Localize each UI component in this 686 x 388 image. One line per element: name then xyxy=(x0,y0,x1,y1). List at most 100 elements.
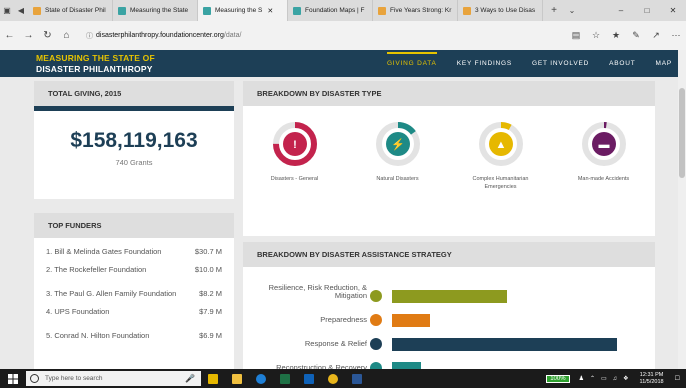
clock-date: 11/5/2018 xyxy=(639,378,664,385)
strategy-row[interactable]: Resilience, Risk Reduction, & Mitigation xyxy=(243,284,655,303)
nav-giving-data[interactable]: GIVING DATA xyxy=(386,52,437,67)
tab-favicon-icon xyxy=(33,6,41,15)
nav-key-findings[interactable]: KEY FINDINGS xyxy=(457,60,512,67)
tab-label: Five Years Strong: Kr xyxy=(390,7,452,14)
disaster-type-label: Natural Disasters xyxy=(376,176,419,182)
funder-name: 3. The Paul G. Allen Family Foundation xyxy=(46,289,177,298)
edge-browser-icon[interactable] xyxy=(249,369,273,388)
disaster-type-label: Man-made Accidents xyxy=(577,176,630,182)
strategy-row[interactable]: Preparedness xyxy=(243,313,655,327)
strategy-label: Preparedness xyxy=(320,315,367,324)
minimize-button[interactable]: – xyxy=(608,6,634,15)
network-icon[interactable]: ▭ xyxy=(601,375,607,382)
taskbar-search[interactable]: Type here to search 🎤 xyxy=(26,371,201,386)
tent-icon-glyph: ▲ xyxy=(495,139,506,151)
disaster-type-donut: ! xyxy=(272,122,317,166)
funder-row[interactable]: 1. Bill & Melinda Gates Foundation $30.7 … xyxy=(34,246,234,257)
funder-name: 4. UPS Foundation xyxy=(46,307,110,316)
system-tray: 100% ♟ ⌃ ▭ ♫ ❖ 12:31 PM 11/5/2018 ☐ xyxy=(546,372,686,386)
site-header: MEASURING THE STATE OF DISASTER PHILANTH… xyxy=(0,50,678,77)
strategy-icon xyxy=(370,314,382,326)
reading-view-icon[interactable]: ▤ xyxy=(566,30,586,41)
tab-label: Measuring the S xyxy=(215,7,263,14)
cortana-icon xyxy=(30,374,39,383)
people-icon[interactable]: ♟ xyxy=(579,375,584,382)
nav-map[interactable]: MAP xyxy=(656,60,673,67)
funder-row[interactable]: 4. UPS Foundation $7.9 M xyxy=(34,306,234,317)
disaster-type-item[interactable]: ▬ Man-made Accidents xyxy=(552,120,655,191)
refresh-button[interactable]: ↻ xyxy=(38,30,57,41)
disaster-type-title: BREAKDOWN BY DISASTER TYPE xyxy=(243,81,655,106)
browser-tab[interactable]: Measuring the State xyxy=(113,0,198,21)
tab-label: 3 Ways to Use Disas xyxy=(475,7,536,14)
share-icon[interactable]: ↗ xyxy=(646,30,666,41)
page-content: TOTAL GIVING, 2015 $158,119,163 740 Gran… xyxy=(0,77,678,369)
disaster-type-item[interactable]: ! Disasters - General xyxy=(243,120,346,191)
excel-icon[interactable] xyxy=(273,369,297,388)
funder-amount: $30.7 M xyxy=(194,247,222,256)
taskbar-search-placeholder: Type here to search xyxy=(45,375,103,382)
dropbox-icon[interactable]: ❖ xyxy=(623,375,628,382)
set-aside-tabs-icon[interactable]: ◀ xyxy=(14,6,28,15)
favorites-hub-icon[interactable]: ★ xyxy=(606,30,626,41)
browser-tab[interactable]: Five Years Strong: Kr xyxy=(373,0,458,21)
browser-tab[interactable]: Foundation Maps | F xyxy=(288,0,373,21)
top-funders-title: TOP FUNDERS xyxy=(34,213,234,238)
favorite-star-icon[interactable]: ☆ xyxy=(586,30,606,41)
top-funders-panel: TOP FUNDERS 1. Bill & Melinda Gates Foun… xyxy=(34,213,234,369)
home-button[interactable]: ⌂ xyxy=(57,30,76,41)
more-menu-icon[interactable]: ⋯ xyxy=(666,30,686,41)
funder-amount: $10.0 M xyxy=(194,265,222,274)
file-explorer-icon[interactable] xyxy=(225,369,249,388)
disaster-type-panel: BREAKDOWN BY DISASTER TYPE ! Disasters - … xyxy=(243,81,655,236)
browser-tab-bar: ▣ ◀ State of Disaster Phil Measuring the … xyxy=(0,0,686,21)
new-tab-button[interactable]: + xyxy=(543,5,565,16)
word-icon[interactable] xyxy=(345,369,369,388)
outlook-icon[interactable] xyxy=(297,369,321,388)
funder-row[interactable]: 2. The Rockefeller Foundation $10.0 M xyxy=(34,264,234,275)
chrome-icon[interactable] xyxy=(321,369,345,388)
tab-label: Measuring the State xyxy=(130,7,189,14)
volume-icon[interactable]: ♫ xyxy=(613,376,618,382)
disaster-type-donut: ⚡ xyxy=(375,122,420,166)
site-info-icon[interactable]: ⓘ xyxy=(86,31,96,41)
site-logo-line1[interactable]: MEASURING THE STATE OF xyxy=(36,53,155,63)
browser-tab[interactable]: State of Disaster Phil xyxy=(28,0,113,21)
tab-favicon-icon xyxy=(378,6,386,15)
action-center-icon[interactable]: ☐ xyxy=(675,375,680,382)
close-window-button[interactable]: ✕ xyxy=(660,6,686,15)
strategy-row[interactable]: Response & Relief xyxy=(243,337,655,351)
strategy-icon xyxy=(370,338,382,350)
strategy-row[interactable]: Reconstruction & Recovery xyxy=(243,361,655,369)
maximize-button[interactable]: □ xyxy=(634,6,660,15)
total-accent-bar xyxy=(34,106,234,111)
battery-indicator[interactable]: 100% xyxy=(546,374,570,383)
site-logo-line2[interactable]: DISASTER PHILANTHROPY xyxy=(36,64,153,74)
tab-actions-icon[interactable]: ▣ xyxy=(0,6,14,15)
funder-row[interactable]: 3. The Paul G. Allen Family Foundation $8… xyxy=(34,288,234,299)
url-path: /data/ xyxy=(223,32,242,39)
close-tab-icon[interactable]: ✕ xyxy=(267,7,273,15)
disaster-type-item[interactable]: ▲ Complex Humanitarian Emergencies xyxy=(449,120,552,191)
tab-favicon-icon xyxy=(203,6,211,15)
tab-list-chevron-icon[interactable]: ⌄ xyxy=(565,6,579,15)
url-field[interactable]: ⓘ disasterphilanthropy.foundationcenter.… xyxy=(86,31,516,41)
browser-tab[interactable]: 3 Ways to Use Disas xyxy=(458,0,543,21)
microphone-icon[interactable]: 🎤 xyxy=(185,374,195,383)
task-view-icon[interactable] xyxy=(201,369,225,388)
page-scrollbar[interactable] xyxy=(678,50,686,369)
clock[interactable]: 12:31 PM 11/5/2018 xyxy=(640,372,664,386)
windows-logo-icon xyxy=(8,373,18,384)
funder-row[interactable]: 5. Conrad N. Hilton Foundation $6.9 M xyxy=(34,330,234,341)
back-button[interactable]: ← xyxy=(0,30,19,41)
scrollbar-thumb[interactable] xyxy=(679,88,685,178)
pen-notes-icon[interactable]: ✎ xyxy=(626,30,646,41)
nav-get-involved[interactable]: GET INVOLVED xyxy=(532,60,589,67)
total-giving-panel: TOTAL GIVING, 2015 $158,119,163 740 Gran… xyxy=(34,81,234,199)
forward-button[interactable]: → xyxy=(19,30,38,41)
start-button[interactable] xyxy=(0,369,26,388)
tray-chevron-icon[interactable]: ⌃ xyxy=(590,375,595,382)
disaster-type-item[interactable]: ⚡ Natural Disasters xyxy=(346,120,449,191)
browser-tab[interactable]: Measuring the S ✕ xyxy=(198,0,288,21)
nav-about[interactable]: ABOUT xyxy=(609,60,635,67)
